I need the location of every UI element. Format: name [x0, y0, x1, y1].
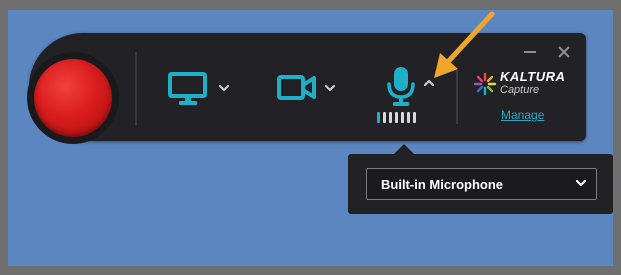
close-icon[interactable]	[557, 45, 571, 59]
level-bar	[389, 112, 392, 123]
level-bar	[413, 112, 416, 123]
level-bar	[395, 112, 398, 123]
chevron-down-icon	[575, 179, 587, 187]
minimize-icon[interactable]	[522, 48, 538, 56]
level-bar	[383, 112, 386, 123]
screen-source-control[interactable]	[168, 72, 240, 108]
record-button[interactable]	[34, 59, 112, 137]
level-bar	[407, 112, 410, 123]
manage-link[interactable]: Manage	[501, 108, 544, 122]
chevron-down-icon[interactable]	[218, 84, 230, 93]
brand-subtitle: Capture	[500, 84, 540, 96]
level-bar	[401, 112, 404, 123]
camera-source-control[interactable]	[277, 74, 339, 106]
chevron-down-icon[interactable]	[324, 84, 336, 93]
microphone-select[interactable]: Built-in Microphone	[366, 168, 597, 200]
annotation-arrow	[434, 11, 495, 78]
video-camera-icon	[277, 75, 316, 100]
level-bar	[377, 112, 380, 123]
brand-name: KALTURA	[500, 69, 566, 84]
monitor-icon	[168, 72, 207, 105]
toolbar-divider	[135, 52, 137, 125]
selected-microphone: Built-in Microphone	[381, 177, 504, 192]
microphone-icon	[387, 67, 415, 106]
audio-level-meter	[377, 112, 416, 123]
popup-caret	[394, 144, 414, 154]
